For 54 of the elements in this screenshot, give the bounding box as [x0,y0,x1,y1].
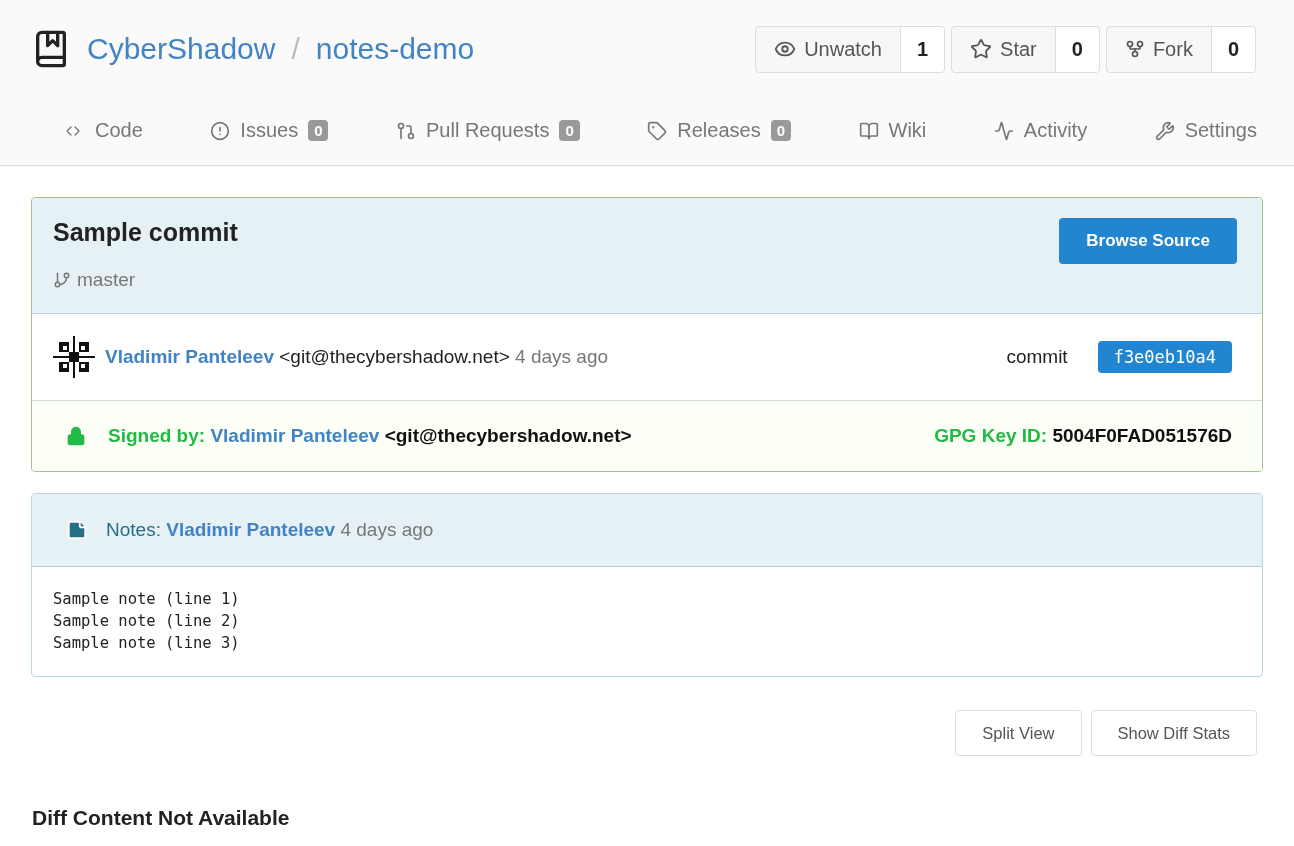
tab-label: Issues [240,119,299,142]
nav-tab[interactable]: Code [61,113,143,150]
nav-tab[interactable]: Activity [993,113,1088,150]
count-badge: 0 [559,120,580,141]
nav-tab[interactable]: Releases 0 [647,113,791,150]
tab-label: Activity [1023,119,1088,142]
action-count[interactable]: 1 [899,26,945,72]
wrench-icon [1154,120,1175,141]
notes-author-link[interactable]: Vladimir Panteleev [166,519,336,540]
branch-icon [53,271,71,289]
tab-label: Wiki [888,119,927,142]
author-link[interactable]: Vladimir Panteleev [105,346,274,367]
tab-label: Releases [677,119,761,142]
pulse-icon [993,120,1014,141]
fork-icon [1124,39,1145,59]
signer-link[interactable]: Vladimir Panteleev [210,425,380,446]
tab-label: Pull Requests [426,119,550,142]
note-text: Sample note (line 1) Sample note (line 2) Sample note (line 3) [52,589,241,654]
tab-label: Code [95,119,143,142]
author-line: Vladimir Panteleev <git@thecybershadow.net> 4 days ago [105,346,609,368]
star-icon [970,38,993,60]
book-icon [858,120,879,141]
signature-line: Signed by: Vladimir Panteleev <git@thecybershadow.net> [108,425,632,447]
nav-tab[interactable]: Wiki [858,113,927,150]
avatar-icon [53,336,95,378]
nav-tab[interactable]: Pull Requests 0 [396,113,580,150]
browse-source-button[interactable]: Browse Source [1059,218,1237,264]
owner-link[interactable]: CyberShadow [87,32,276,66]
action-count[interactable]: 0 [1054,26,1099,72]
star-button[interactable]: Star [952,26,1055,72]
commit-sha-button[interactable]: f3e0eb10a4 [1097,341,1232,373]
diff-option-button[interactable]: Split View [955,710,1082,756]
diff-option-button[interactable]: Show Diff Stats [1090,710,1257,756]
gpg-key-line: GPG Key ID: 5004F0FAD051576D [934,425,1232,447]
count-badge: 0 [770,120,791,141]
nav-tab[interactable]: Issues 0 [210,113,329,150]
branch-name: master [77,269,136,291]
repo-link[interactable]: notes-demo [315,32,475,66]
watch-button[interactable]: Unwatch [756,26,900,72]
tag-icon [647,120,668,141]
diff-unavailable-heading: Diff Content Not Available [32,806,291,830]
tab-label: Settings [1184,119,1257,142]
commit-label: commit [1006,346,1068,368]
count-badge: 0 [308,120,329,141]
path-separator: / [291,32,300,66]
lock-icon [66,426,86,446]
commit-title: Sample commit [53,218,238,247]
action-count[interactable]: 0 [1210,26,1255,72]
pull-request-icon [396,120,416,141]
fork-button[interactable]: Fork [1106,26,1211,72]
nav-tab[interactable]: Settings [1154,113,1257,150]
alert-circle-icon [210,120,231,141]
note-icon [66,519,88,541]
notes-line: Notes: Vladimir Panteleev 4 days ago [106,519,434,541]
